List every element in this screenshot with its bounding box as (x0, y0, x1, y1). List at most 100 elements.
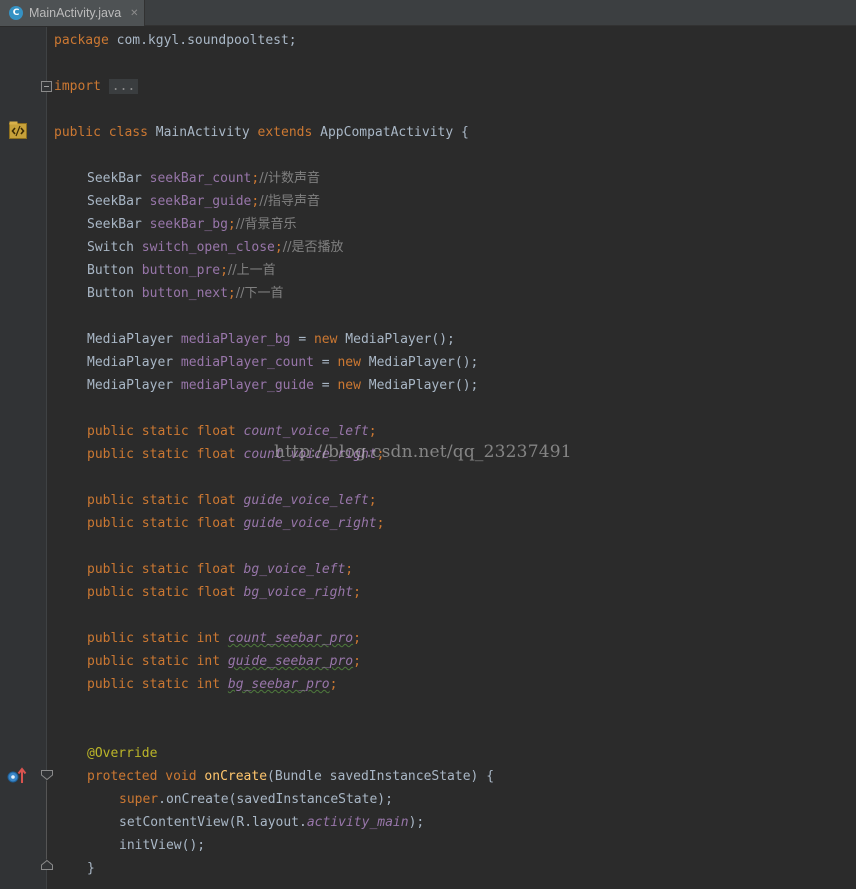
method-name: onCreate (204, 769, 268, 784)
field-name: seekBar_bg (149, 217, 228, 232)
annotation: @Override (87, 746, 158, 761)
semicolon: ; (227, 217, 236, 232)
field-type: MediaPlayer (87, 378, 181, 393)
code-line-class-decl: public class MainActivity extends AppCom… (54, 121, 469, 144)
code-line-field: SeekBar seekBar_count;//计数声音 (87, 167, 320, 190)
code-line-setcontentview: setContentView(R.layout.activity_main); (119, 811, 424, 834)
call-prefix: setContentView(R.layout. (119, 815, 307, 830)
code-line-static: public static float bg_voice_left; (87, 558, 353, 581)
semicolon: ; (353, 654, 361, 669)
code-line-close-brace: } (87, 857, 95, 880)
method-params: (Bundle savedInstanceState) { (267, 769, 495, 784)
code-line-static: public static int guide_seebar_pro; (87, 650, 361, 673)
assign-op: = (313, 378, 338, 393)
super-call: .onCreate(savedInstanceState); (158, 792, 393, 807)
static-field-name: guide_voice_right (243, 516, 377, 531)
constructor-call: MediaPlayer(); (360, 355, 479, 370)
field-type: MediaPlayer (87, 332, 181, 347)
tab-mainactivity[interactable]: C MainActivity.java ✕ (0, 0, 145, 26)
keyword: extends (257, 125, 313, 140)
field-type: SeekBar (87, 217, 150, 232)
modifiers: public static float (87, 585, 244, 600)
field-name: seekBar_count (149, 171, 252, 186)
keyword: new (337, 355, 361, 370)
semicolon: ; (353, 631, 361, 646)
constructor-call: MediaPlayer(); (360, 378, 479, 393)
modifiers: public static float (87, 424, 244, 439)
assign-op: = (313, 355, 338, 370)
field-comment: //背景音乐 (235, 217, 297, 232)
code-line-static: public static float bg_voice_right; (87, 581, 361, 604)
semicolon: ; (368, 493, 377, 508)
keyword: protected (87, 769, 158, 784)
close-icon[interactable]: ✕ (130, 8, 138, 19)
semicolon: ; (353, 585, 361, 600)
keyword: void (157, 769, 205, 784)
field-name: button_next (141, 286, 228, 301)
parent-class: AppCompatActivity { (312, 125, 469, 140)
static-field-name: guide_seebar_pro (227, 654, 354, 669)
watermark: http://blog.csdn.net/qq_23237491 (274, 442, 572, 462)
field-comment: //下一首 (235, 286, 284, 301)
editor-gutter (0, 27, 47, 889)
modifiers: public static float (87, 447, 244, 462)
modifiers: public static int (87, 631, 228, 646)
code-line-initview: initView(); (119, 834, 205, 857)
close-brace: } (87, 861, 95, 876)
class-layout-icon[interactable] (9, 121, 28, 141)
code-line-field: Switch switch_open_close;//是否播放 (87, 236, 343, 259)
semicolon: ; (220, 263, 228, 278)
field-name: seekBar_guide (149, 194, 252, 209)
keyword: package (54, 33, 109, 48)
import-fold-placeholder[interactable]: ... (108, 79, 139, 94)
layout-field: activity_main (306, 815, 409, 830)
modifiers: public static float (87, 562, 244, 577)
field-comment: //指导声音 (259, 194, 320, 209)
keyword: import (54, 79, 101, 94)
fold-method-open-icon[interactable] (41, 770, 53, 780)
field-name: mediaPlayer_count (180, 355, 314, 370)
call-suffix: ); (408, 815, 425, 830)
field-comment: //是否播放 (282, 240, 344, 255)
static-field-name: bg_seebar_pro (227, 677, 330, 692)
field-comment: //计数声音 (259, 171, 320, 186)
semicolon: ; (345, 562, 354, 577)
code-line-field: Button button_next;//下一首 (87, 282, 283, 305)
code-line-field: Button button_pre;//上一首 (87, 259, 276, 282)
assign-op: = (290, 332, 314, 347)
code-line-static: public static float guide_voice_left; (87, 489, 377, 512)
code-line-player: MediaPlayer mediaPlayer_count = new Medi… (87, 351, 478, 374)
fold-import-toggle[interactable] (41, 81, 52, 92)
initview-call: initView(); (119, 838, 206, 853)
field-name: button_pre (141, 263, 221, 278)
keyword: new (337, 378, 361, 393)
static-field-name: count_voice_left (243, 424, 369, 439)
keyword: new (313, 332, 338, 347)
field-type: Button (87, 263, 142, 278)
semicolon: ; (227, 286, 236, 301)
java-class-icon: C (9, 6, 23, 20)
semicolon: ; (329, 677, 338, 692)
code-line-player: MediaPlayer mediaPlayer_guide = new Medi… (87, 374, 478, 397)
code-line-static: public static float count_voice_left; (87, 420, 377, 443)
static-field-name: count_seebar_pro (227, 631, 354, 646)
code-line-package: package com.kgyl.soundpooltest; (54, 29, 297, 52)
code-line-static: public static int bg_seebar_pro; (87, 673, 337, 696)
modifiers: public static int (87, 654, 228, 669)
code-line-field: SeekBar seekBar_bg;//背景音乐 (87, 213, 297, 236)
field-name: mediaPlayer_guide (180, 378, 314, 393)
fold-method-close-icon[interactable] (41, 860, 53, 870)
field-name: mediaPlayer_bg (180, 332, 291, 347)
semicolon: ; (368, 424, 377, 439)
code-line-super: super.onCreate(savedInstanceState); (119, 788, 393, 811)
code-line-import: import ... (54, 75, 139, 98)
modifiers: public static float (87, 516, 244, 531)
fold-guide-line (46, 781, 47, 859)
static-field-name: bg_voice_right (243, 585, 354, 600)
package-name: com.kgyl.soundpooltest; (108, 33, 297, 48)
code-line-annotation: @Override (87, 742, 157, 765)
field-comment: //上一首 (227, 263, 276, 278)
override-method-icon[interactable] (7, 767, 27, 784)
code-line-method-decl: protected void onCreate(Bundle savedInst… (87, 765, 494, 788)
modifiers: public static int (87, 677, 228, 692)
